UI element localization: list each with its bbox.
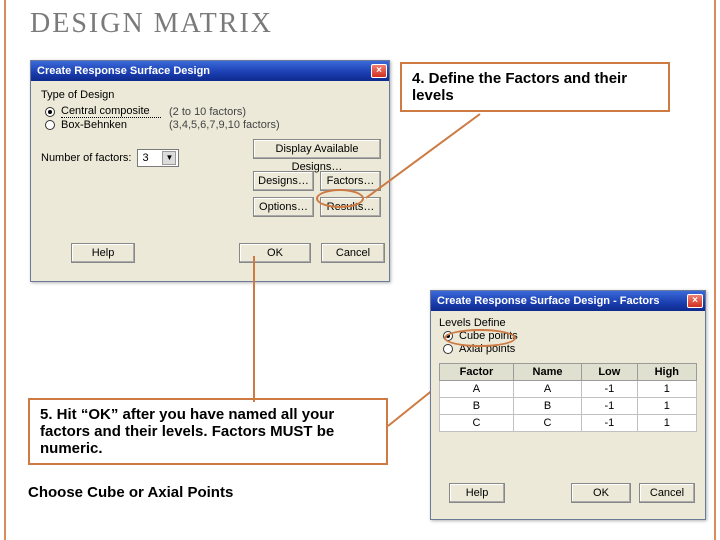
radio-hint: (3,4,5,6,7,9,10 factors)	[169, 119, 280, 131]
cell[interactable]: C	[513, 415, 581, 432]
callout-note-cube-axial: Choose Cube or Axial Points	[28, 484, 233, 501]
cell[interactable]: -1	[582, 381, 638, 398]
table-row[interactable]: A A -1 1	[440, 381, 697, 398]
radio-icon	[45, 120, 55, 130]
callout-step-4: 4. Define the Factors and their levels	[400, 62, 670, 112]
dialog-factors: Create Response Surface Design - Factors…	[430, 290, 706, 520]
ok-button[interactable]: OK	[571, 483, 631, 503]
slide-border-right	[714, 0, 716, 540]
radio-central-composite[interactable]: Central composite (2 to 10 factors)	[45, 105, 379, 118]
radio-hint: (2 to 10 factors)	[169, 106, 246, 118]
dialog1-titlebar[interactable]: Create Response Surface Design ×	[31, 61, 389, 81]
cancel-button[interactable]: Cancel	[639, 483, 695, 503]
col-low: Low	[582, 364, 638, 381]
cell[interactable]: A	[440, 381, 514, 398]
close-icon[interactable]: ×	[687, 294, 703, 308]
cell[interactable]: A	[513, 381, 581, 398]
cell[interactable]: 1	[637, 415, 696, 432]
cell[interactable]: B	[513, 398, 581, 415]
dialog2-titlebar[interactable]: Create Response Surface Design - Factors…	[431, 291, 705, 311]
radio-icon	[443, 344, 453, 354]
table-header-row: Factor Name Low High	[440, 364, 697, 381]
cell[interactable]: -1	[582, 415, 638, 432]
chevron-down-icon: ▼	[162, 151, 176, 165]
cell[interactable]: C	[440, 415, 514, 432]
number-of-factors-value: 3	[142, 152, 148, 164]
number-of-factors-label: Number of factors:	[41, 152, 131, 164]
slide-title: DESIGN MATRIX	[30, 8, 273, 40]
radio-label: Box-Behnken	[61, 119, 161, 131]
cell[interactable]: 1	[637, 381, 696, 398]
number-of-factors-select[interactable]: 3 ▼	[137, 149, 179, 167]
annotation-circle-factors	[316, 189, 364, 208]
designs-button[interactable]: Designs…	[253, 171, 314, 191]
radio-label: Central composite	[61, 105, 161, 118]
col-name: Name	[513, 364, 581, 381]
factors-table: Factor Name Low High A A -1 1 B B -1 1 C…	[439, 363, 697, 432]
table-row[interactable]: B B -1 1	[440, 398, 697, 415]
cell[interactable]: -1	[582, 398, 638, 415]
table-row[interactable]: C C -1 1	[440, 415, 697, 432]
dialog1-title-text: Create Response Surface Design	[37, 65, 210, 77]
help-button[interactable]: Help	[449, 483, 505, 503]
close-icon[interactable]: ×	[371, 64, 387, 78]
connector-step4	[362, 112, 482, 202]
annotation-circle-cube-points	[444, 329, 516, 347]
dialog-create-response-surface: Create Response Surface Design × Type of…	[30, 60, 390, 282]
type-of-design-label: Type of Design	[41, 89, 379, 101]
col-factor: Factor	[440, 364, 514, 381]
help-button[interactable]: Help	[71, 243, 135, 263]
options-button[interactable]: Options…	[253, 197, 314, 217]
col-high: High	[637, 364, 696, 381]
levels-define-label: Levels Define	[439, 317, 697, 329]
dialog2-title-text: Create Response Surface Design - Factors	[437, 295, 660, 307]
radio-icon	[45, 107, 55, 117]
cell[interactable]: 1	[637, 398, 696, 415]
cell[interactable]: B	[440, 398, 514, 415]
slide-border-left	[4, 0, 6, 540]
radio-box-behnken[interactable]: Box-Behnken (3,4,5,6,7,9,10 factors)	[45, 119, 379, 131]
